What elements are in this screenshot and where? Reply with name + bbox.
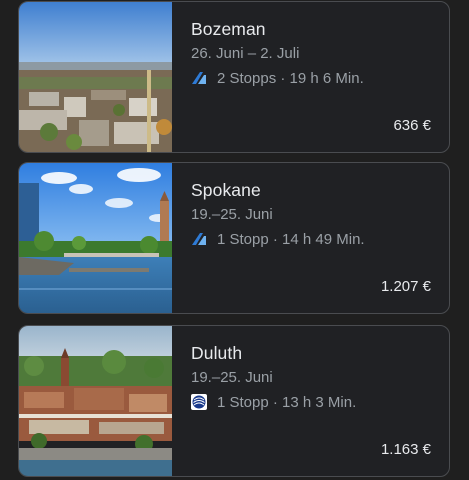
destination-photo-spokane (19, 163, 172, 313)
destination-card-duluth[interactable]: Duluth 19.–25. Juni 1 Stopp · 13 h 3 Min… (18, 325, 450, 477)
destination-results-list: Bozeman 26. Juni – 2. Juli 2 Stopps · 19… (0, 0, 469, 480)
flight-summary: 1 Stopp · 13 h 3 Min. (191, 392, 356, 412)
destination-city-name: Spokane (191, 180, 261, 200)
destination-city-name: Duluth (191, 343, 243, 363)
destination-photo-bozeman (19, 2, 172, 152)
stops-and-duration: 2 Stopps · 19 h 6 Min. (217, 69, 364, 87)
travel-dates: 26. Juni – 2. Juli (191, 45, 300, 62)
flight-summary: 2 Stopps · 19 h 6 Min. (191, 68, 364, 88)
destination-card-bozeman[interactable]: Bozeman 26. Juni – 2. Juli 2 Stopps · 19… (18, 1, 450, 153)
destination-city-name: Bozeman (191, 19, 266, 39)
stops-and-duration: 1 Stopp · 14 h 49 Min. (217, 230, 365, 248)
flight-price: 636 € (393, 117, 431, 134)
travel-dates: 19.–25. Juni (191, 369, 273, 386)
alaska-airlines-icon (191, 70, 207, 86)
flight-price: 1.163 € (380, 441, 431, 458)
united-airlines-icon (191, 394, 207, 410)
destination-photo-duluth (19, 326, 172, 476)
flight-price: 1.207 € (380, 278, 431, 295)
travel-dates: 19.–25. Juni (191, 206, 273, 223)
flight-summary: 1 Stopp · 14 h 49 Min. (191, 229, 365, 249)
alaska-airlines-icon (191, 231, 207, 247)
destination-card-spokane[interactable]: Spokane 19.–25. Juni 1 Stopp · 14 h 49 M… (18, 162, 450, 314)
stops-and-duration: 1 Stopp · 13 h 3 Min. (217, 393, 357, 411)
